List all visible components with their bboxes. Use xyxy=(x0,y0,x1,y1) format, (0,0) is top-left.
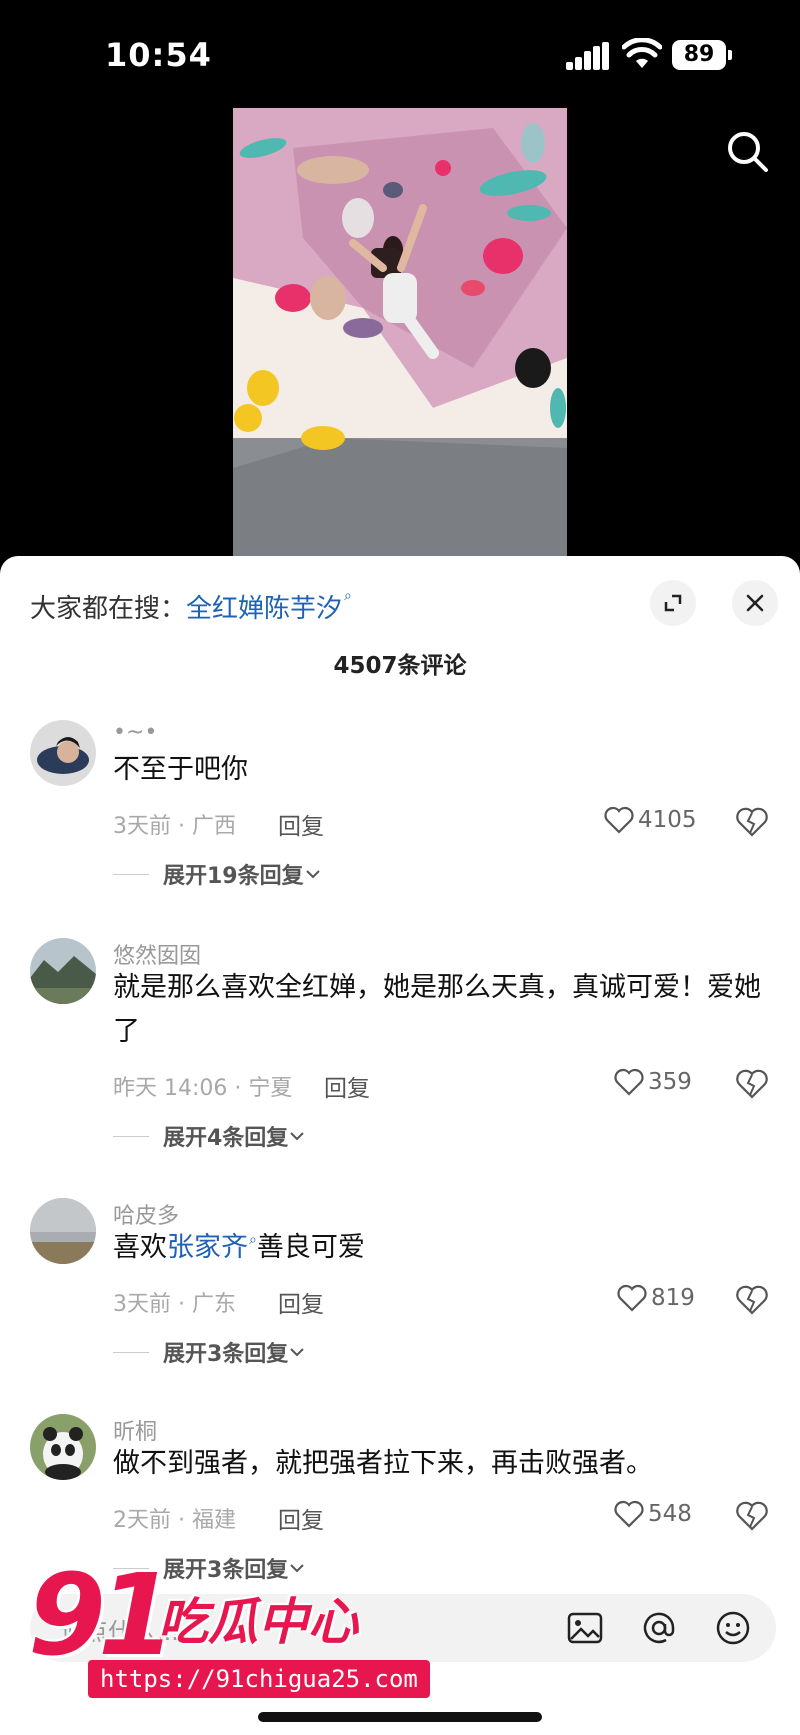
chevron-down-icon xyxy=(290,1132,305,1141)
expand-replies[interactable]: 展开19条回复 xyxy=(113,858,322,890)
close-icon xyxy=(746,594,764,612)
home-indicator[interactable] xyxy=(258,1712,542,1722)
status-time: 10:54 xyxy=(105,36,212,74)
like-count: 819 xyxy=(651,1285,695,1311)
watermark-name: 吃瓜中心 xyxy=(158,1593,358,1651)
expand-replies-label: 展开3条回复 xyxy=(163,1342,289,1367)
avatar[interactable] xyxy=(30,938,96,1004)
search-icon: ⌕ xyxy=(249,1232,257,1248)
comment-keyword-link[interactable]: 张家齐 xyxy=(167,1232,248,1263)
hot-search-label: 大家都在搜： xyxy=(30,593,187,624)
comment-text: 喜欢张家齐⌕善良可爱 xyxy=(113,1226,773,1274)
expand-button[interactable] xyxy=(650,580,696,626)
hot-search-query[interactable]: 全红婵陈芋汐 xyxy=(186,588,342,625)
video-frame xyxy=(233,108,567,556)
divider xyxy=(113,1351,149,1353)
hot-search-bar[interactable]: 大家都在搜： 全红婵陈芋汐 ⌕ xyxy=(30,586,352,626)
wifi-icon xyxy=(622,38,662,68)
broken-heart-icon[interactable] xyxy=(736,806,768,838)
like-button[interactable]: 819 xyxy=(617,1284,695,1312)
like-button[interactable]: 4105 xyxy=(604,806,697,834)
watermark-number: 91 xyxy=(28,1551,176,1681)
battery-indicator: 89 xyxy=(672,40,732,70)
comment-meta: 2天前 · 福建 xyxy=(113,1508,236,1533)
search-icon[interactable] xyxy=(724,128,772,176)
divider xyxy=(113,873,149,875)
heart-icon xyxy=(614,1068,644,1096)
cellular-signal-icon xyxy=(566,42,610,70)
comment-meta: 3天前 · 广西 xyxy=(113,814,236,839)
comment-text-suffix: 善良可爱 xyxy=(256,1232,365,1263)
image-icon[interactable] xyxy=(564,1607,606,1649)
broken-heart-icon[interactable] xyxy=(736,1068,768,1100)
heart-icon xyxy=(604,806,634,834)
reply-button[interactable]: 回复 xyxy=(278,1285,324,1319)
comment-text: 做不到强者，就把强者拉下来，再击败强者。 xyxy=(113,1448,653,1479)
search-icon: ⌕ xyxy=(344,588,352,604)
avatar[interactable] xyxy=(30,1198,96,1264)
chevron-down-icon xyxy=(290,1348,305,1357)
emoji-icon[interactable] xyxy=(712,1607,754,1649)
heart-icon xyxy=(614,1500,644,1528)
expand-icon xyxy=(664,594,682,612)
broken-heart-icon[interactable] xyxy=(736,1284,768,1316)
like-count: 548 xyxy=(648,1501,692,1527)
expand-replies-label: 展开19条回复 xyxy=(163,864,304,889)
reply-button[interactable]: 回复 xyxy=(278,1501,324,1535)
avatar[interactable] xyxy=(30,720,96,786)
divider xyxy=(113,1135,149,1137)
comment-text: 不至于吧你 xyxy=(113,754,248,785)
status-bar: 10:54 89 xyxy=(0,0,800,110)
like-count: 359 xyxy=(648,1069,692,1095)
close-button[interactable] xyxy=(732,580,778,626)
comment-meta: 昨天 14:06 · 宁夏 xyxy=(113,1076,293,1101)
watermark-url: https://91chigua25.com xyxy=(88,1660,430,1698)
expand-replies[interactable]: 展开3条回复 xyxy=(113,1336,306,1368)
expand-replies[interactable]: 展开4条回复 xyxy=(113,1120,306,1152)
chevron-down-icon xyxy=(305,870,320,879)
avatar[interactable] xyxy=(30,1414,96,1480)
comment-text: 就是那么喜欢全红婵，她是那么天真，真诚可爱！爱她了 xyxy=(113,972,761,1047)
at-icon[interactable] xyxy=(638,1607,680,1649)
like-button[interactable]: 548 xyxy=(614,1500,692,1528)
reply-button[interactable]: 回复 xyxy=(278,807,324,841)
comment-username[interactable]: •~• xyxy=(113,720,157,745)
broken-heart-icon[interactable] xyxy=(736,1500,768,1532)
comment-count: 4507条评论 xyxy=(333,653,467,679)
video-player[interactable] xyxy=(233,108,567,556)
like-button[interactable]: 359 xyxy=(614,1068,692,1096)
watermark: 91 吃瓜中心 https://91chigua25.com xyxy=(28,1551,430,1706)
comment-meta: 3天前 · 广东 xyxy=(113,1292,236,1317)
reply-button[interactable]: 回复 xyxy=(324,1069,370,1103)
like-count: 4105 xyxy=(638,807,697,833)
comment-text-prefix: 喜欢 xyxy=(113,1232,167,1263)
heart-icon xyxy=(617,1284,647,1312)
expand-replies-label: 展开4条回复 xyxy=(163,1126,289,1151)
